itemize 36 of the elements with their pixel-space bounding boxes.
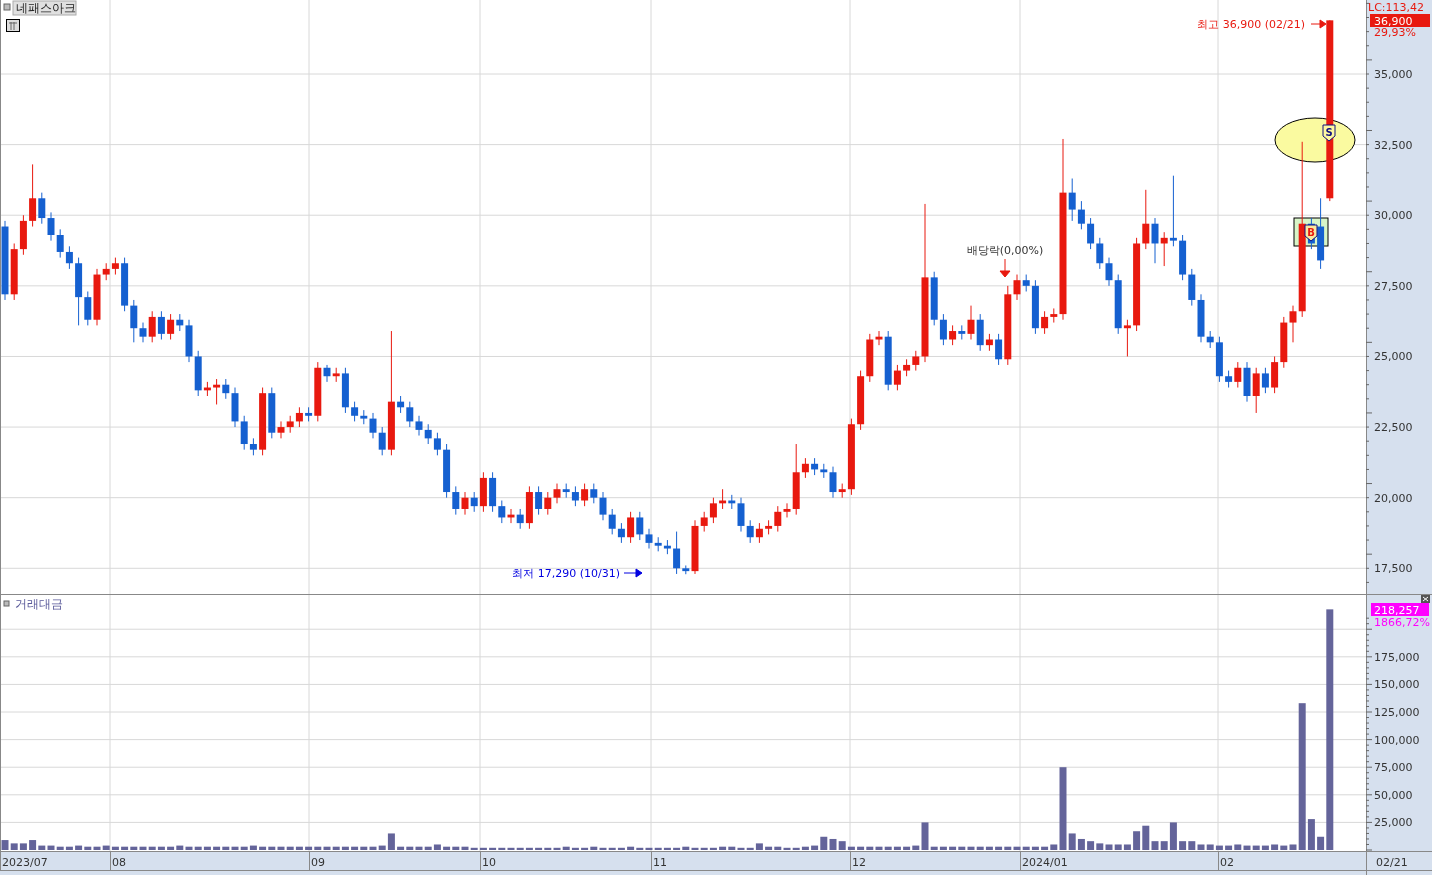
- date-label: 08: [112, 856, 126, 869]
- date-label: 02: [1220, 856, 1234, 869]
- current-value-tag: 218,257: [1371, 603, 1429, 617]
- axis-label: 27,500: [1374, 279, 1413, 293]
- date-label: 2024/01: [1022, 856, 1068, 869]
- date-label: 09: [311, 856, 325, 869]
- axis-label: 125,000: [1374, 706, 1420, 719]
- current-price-tag: 36,900: [1370, 14, 1430, 28]
- date-label: 10: [482, 856, 496, 869]
- axis-label: 150,000: [1374, 678, 1420, 692]
- date-label: 12: [852, 856, 866, 869]
- axis-label: 175,000: [1374, 650, 1420, 664]
- date-label: 11: [653, 856, 667, 869]
- price-annotation: 최저 17,290 (10/31): [512, 567, 620, 580]
- axis-label: 50,000: [1374, 788, 1413, 802]
- price-annotation: 최고 36,900 (02/21): [1197, 18, 1305, 31]
- change-percent: 1866,72%: [1374, 616, 1430, 629]
- current-date: 02/21: [1376, 856, 1408, 869]
- axis-label: 25,000: [1374, 350, 1413, 364]
- axis-label: 30,000: [1374, 209, 1413, 223]
- axis-label: 32,500: [1374, 138, 1413, 152]
- signal-label: S: [1325, 127, 1333, 138]
- axis-label: 35,000: [1374, 68, 1413, 81]
- stock-title: 네패스아크: [12, 0, 77, 16]
- date-label: 2023/07: [2, 856, 48, 869]
- axis-label: 25,000: [1374, 816, 1413, 830]
- price-annotation: 배당락(0,00%): [966, 244, 1044, 257]
- axis-label: 20,000: [1374, 491, 1413, 505]
- change-percent: 29,93%: [1374, 26, 1416, 39]
- axis-label: 75,000: [1374, 761, 1413, 775]
- axis-label: 17,500: [1374, 562, 1413, 576]
- volume-title: 거래대금: [15, 597, 63, 611]
- axis-label: 22,500: [1374, 421, 1413, 435]
- signal-label: B: [1307, 227, 1315, 238]
- lc-label: LC:113,42: [1368, 1, 1424, 14]
- axis-label: 100,000: [1374, 733, 1420, 747]
